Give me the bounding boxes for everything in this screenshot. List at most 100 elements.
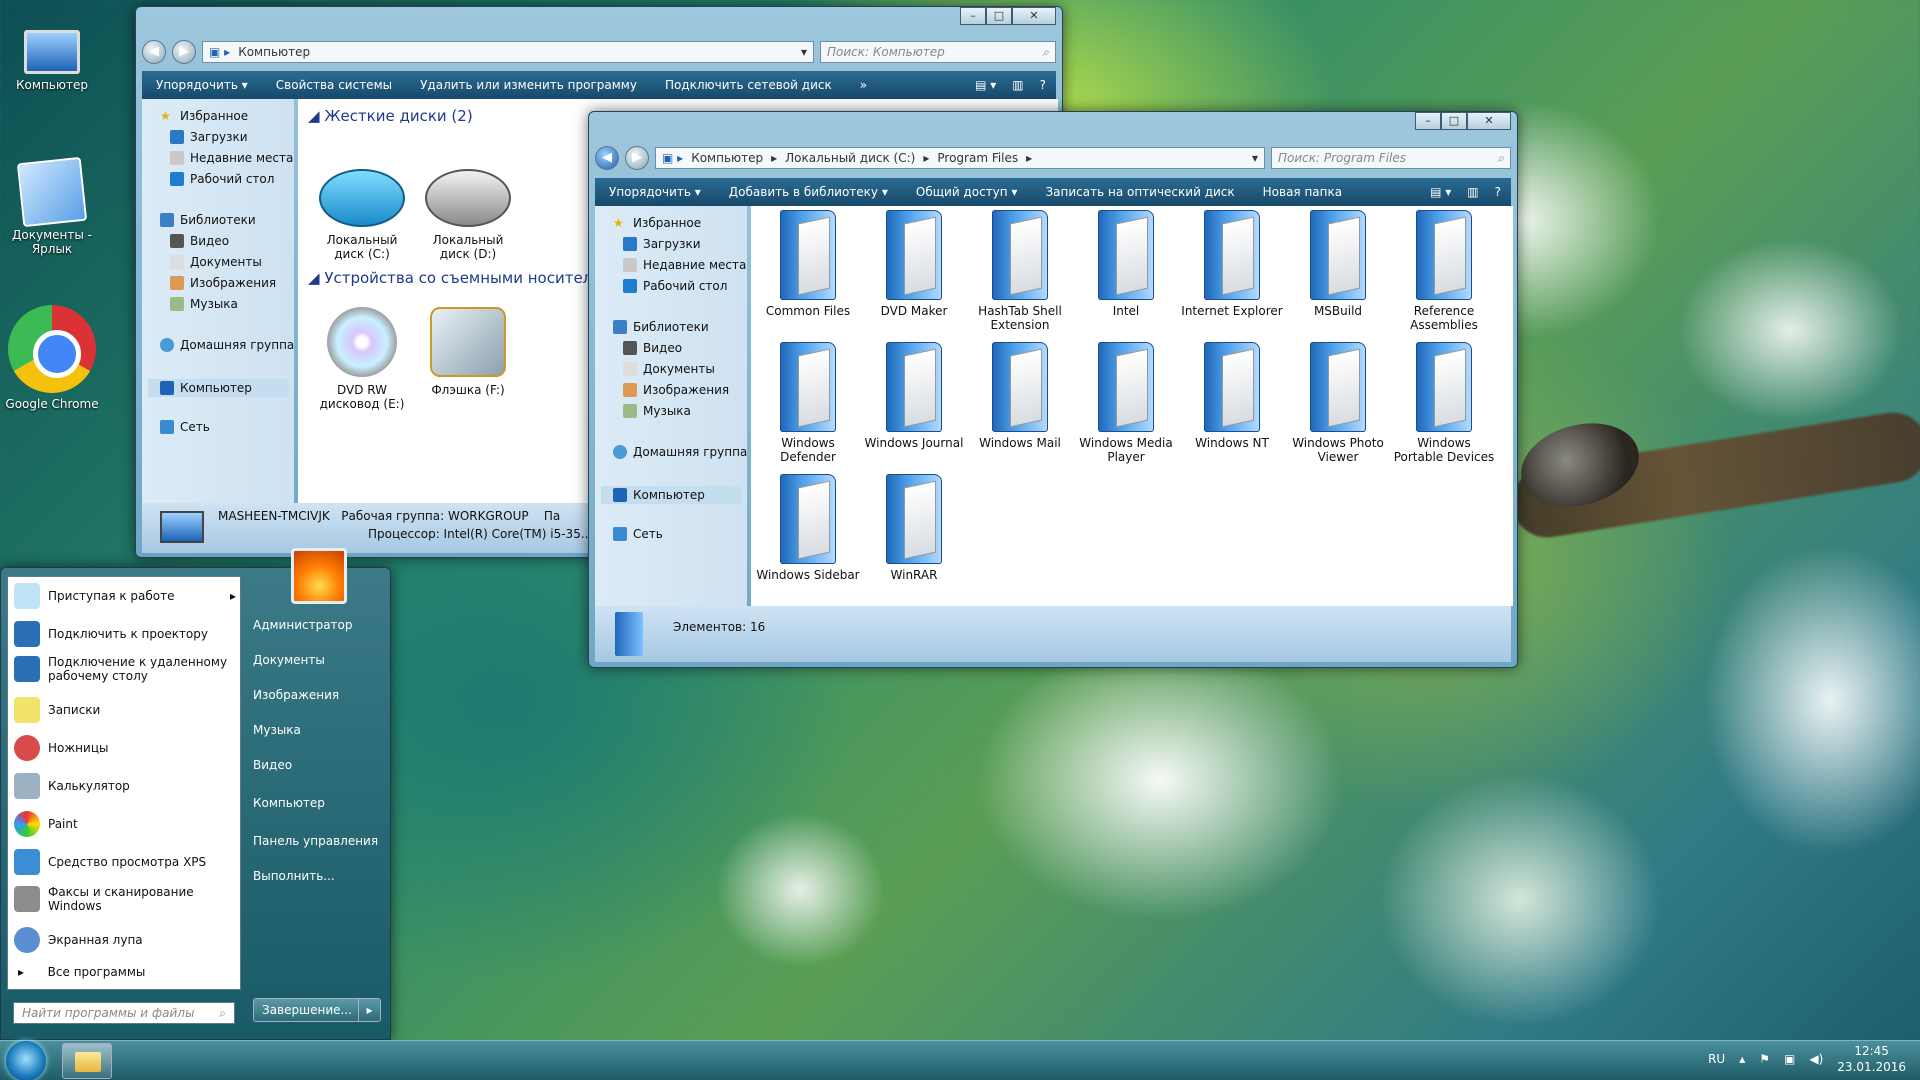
folder-item[interactable]: Windows Defender [755,342,861,464]
clock[interactable]: 12:45 23.01.2016 [1837,1043,1906,1075]
back-button[interactable]: ◀ [595,146,619,170]
organize-button[interactable]: Упорядочить ▾ [142,78,262,92]
nav-homegroup[interactable]: Домашняя группа [160,338,294,352]
network-icon[interactable]: ▣ [1784,1052,1795,1066]
map-network-drive-button[interactable]: Подключить сетевой диск [651,78,846,92]
close-button[interactable]: ✕ [1012,7,1056,25]
uninstall-program-button[interactable]: Удалить или изменить программу [406,78,651,92]
folder-item[interactable]: DVD Maker [861,210,967,318]
minimize-button[interactable]: – [1415,112,1441,130]
folder-item[interactable]: MSBuild [1285,210,1391,318]
volume-icon[interactable]: ◀) [1809,1052,1823,1066]
forward-button[interactable]: ▶ [625,146,649,170]
nav-video[interactable]: Видео [623,341,682,355]
nav-downloads[interactable]: Загрузки [623,237,701,251]
organize-button[interactable]: Упорядочить ▾ [595,185,715,199]
nav-computer[interactable]: Компьютер [148,379,288,397]
show-hidden-icons[interactable]: ▴ [1739,1052,1745,1066]
drive-e[interactable]: DVD RW дисковод (E:) [314,307,410,411]
nav-computer[interactable]: Компьютер [601,486,741,504]
folder-item[interactable]: Internet Explorer [1179,210,1285,318]
address-bar[interactable]: ▣ ▸ Компьютер ▸ Локальный диск (C:) ▸ Prog… [655,147,1265,169]
folder-item[interactable]: Intel [1073,210,1179,318]
search-input[interactable]: Поиск: Компьютер ⌕ [820,41,1056,63]
drive-f[interactable]: Флэшка (F:) [420,307,516,397]
nav-images[interactable]: Изображения [170,276,276,290]
group-removable[interactable]: ◢ Устройства со съемными носителями [308,269,622,287]
search-input[interactable]: Поиск: Program Files ⌕ [1271,147,1511,169]
nav-libraries[interactable]: Библиотеки [613,320,709,334]
more-button[interactable]: » [846,78,881,92]
start-link-music[interactable]: Музыка [253,723,301,737]
help-icon[interactable]: ? [1040,78,1046,92]
folder-item[interactable]: Reference Assemblies [1391,210,1497,332]
chevron-down-icon[interactable]: ▾ [801,45,807,59]
program-fax-scan[interactable]: Факсы и сканирование Windows [14,885,236,913]
start-link-admin[interactable]: Администратор [253,618,353,632]
shutdown-options-button[interactable]: ▸ [358,999,380,1021]
views-icon[interactable]: ▤ ▾ [975,78,996,92]
breadcrumb-program-files[interactable]: Program Files [937,151,1018,165]
desktop-icon-computer[interactable]: Компьютер [4,20,100,92]
nav-libraries[interactable]: Библиотеки [160,213,256,227]
system-properties-button[interactable]: Свойства системы [262,78,406,92]
nav-recent[interactable]: Недавние места [623,258,746,272]
nav-music[interactable]: Музыка [170,297,238,311]
views-icon[interactable]: ▤ ▾ [1430,185,1451,199]
preview-pane-icon[interactable]: ▥ [1012,78,1023,92]
start-button[interactable] [6,1041,46,1080]
start-link-video[interactable]: Видео [253,758,292,772]
start-link-control-panel[interactable]: Панель управления [253,834,378,848]
drive-d[interactable]: Локальный диск (D:) [420,169,516,261]
nav-favorites[interactable]: ★ Избранное [613,216,701,230]
chevron-down-icon[interactable]: ▾ [1252,151,1258,165]
desktop-icon-documents[interactable]: Документы - Ярлык [4,156,100,256]
program-projector[interactable]: Подключить к проектору [14,621,236,647]
nav-documents[interactable]: Документы [623,362,715,376]
program-paint[interactable]: Paint [14,811,236,837]
folder-item[interactable]: Windows Mail [967,342,1073,450]
folder-item[interactable]: Common Files [755,210,861,318]
folder-item[interactable]: Windows Journal [861,342,967,450]
program-sticky-notes[interactable]: Записки [14,697,236,723]
drive-c[interactable]: Локальный диск (C:) [314,169,410,261]
nav-downloads[interactable]: Загрузки [170,130,248,144]
shutdown-button[interactable]: Завершение... [254,999,358,1021]
maximize-button[interactable]: □ [986,7,1012,25]
nav-images[interactable]: Изображения [623,383,729,397]
burn-button[interactable]: Записать на оптический диск [1031,185,1248,199]
nav-music[interactable]: Музыка [623,404,691,418]
start-search-input[interactable]: Найти программы и файлы ⌕ [13,1002,235,1024]
folder-item[interactable]: Windows Media Player [1073,342,1179,464]
user-picture[interactable] [291,548,347,604]
program-remote-desktop[interactable]: Подключение к удаленному рабочему столу [14,655,236,683]
start-link-images[interactable]: Изображения [253,688,339,702]
language-indicator[interactable]: RU [1708,1052,1725,1066]
program-calculator[interactable]: Калькулятор [14,773,236,799]
flag-icon[interactable]: ⚑ [1759,1052,1770,1066]
back-button[interactable]: ◀ [142,40,166,64]
folder-item[interactable]: HashTab Shell Extension [967,210,1073,332]
program-magnifier[interactable]: Экранная лупа [14,927,236,953]
folder-item[interactable]: WinRAR [861,474,967,582]
start-link-computer[interactable]: Компьютер [253,796,325,810]
nav-recent[interactable]: Недавние места [170,151,293,165]
start-link-documents[interactable]: Документы [253,653,325,667]
program-getting-started[interactable]: Приступая к работе ▸ [14,583,236,609]
maximize-button[interactable]: □ [1441,112,1467,130]
program-xps-viewer[interactable]: Средство просмотра XPS [14,849,236,875]
start-link-run[interactable]: Выполнить... [253,869,335,883]
folder-item[interactable]: Windows NT [1179,342,1285,450]
nav-network[interactable]: Сеть [613,527,663,541]
nav-homegroup[interactable]: Домашняя группа [613,445,747,459]
nav-video[interactable]: Видео [170,234,229,248]
address-bar[interactable]: ▣ ▸ Компьютер ▾ [202,41,814,63]
breadcrumb-drive-c[interactable]: Локальный диск (C:) [785,151,915,165]
all-programs[interactable]: ▸ Все программы [18,965,240,979]
new-folder-button[interactable]: Новая папка [1249,185,1356,199]
nav-documents[interactable]: Документы [170,255,262,269]
nav-network[interactable]: Сеть [160,420,210,434]
group-hdd[interactable]: ◢ Жесткие диски (2) [308,107,473,125]
share-button[interactable]: Общий доступ ▾ [902,185,1032,199]
minimize-button[interactable]: – [960,7,986,25]
